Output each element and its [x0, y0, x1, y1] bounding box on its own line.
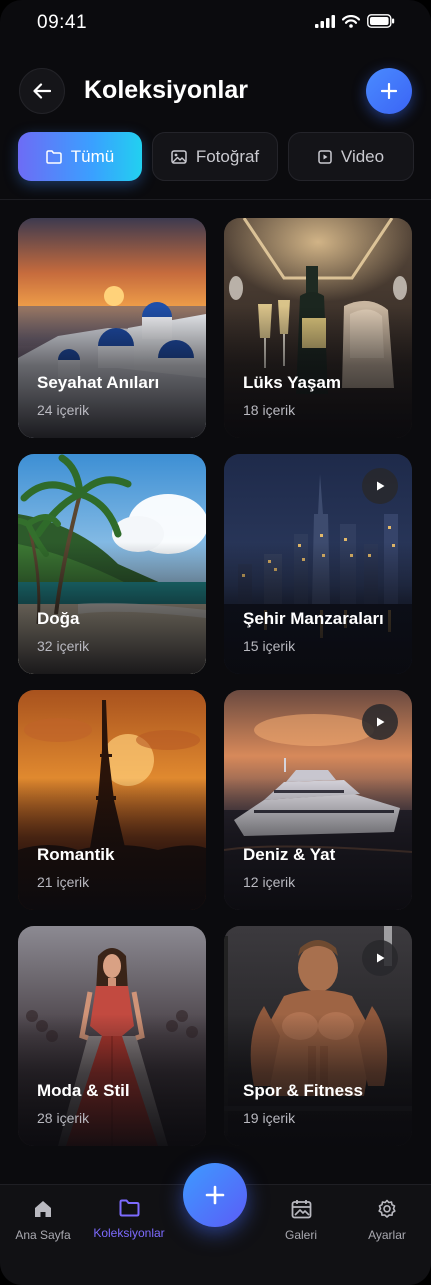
collection-count: 21 içerik	[37, 874, 90, 890]
collection-count: 18 içerik	[243, 402, 296, 418]
app-screen: 09:41 Koleksiyonlar Tümü Fotoğraf Video …	[0, 0, 431, 1285]
video-badge	[362, 704, 398, 740]
play-icon	[377, 481, 385, 491]
card-shade	[18, 306, 206, 438]
collection-count: 32 içerik	[37, 638, 90, 654]
status-icons	[315, 14, 395, 28]
page-title: Koleksiyonlar	[84, 76, 248, 104]
card-shade	[18, 778, 206, 910]
filter-tabs: Tümü Fotoğraf Video	[18, 132, 414, 181]
collection-title: Seyahat Anıları	[37, 373, 160, 392]
arrow-left-icon	[33, 83, 51, 99]
collection-title: Deniz & Yat	[243, 845, 336, 864]
tab-all-label: Tümü	[70, 146, 115, 166]
home-icon	[35, 1201, 51, 1217]
nav-collections[interactable]: Koleksiyonlar	[84, 1199, 174, 1240]
nav-home[interactable]: Ana Sayfa	[0, 1199, 88, 1242]
collection-card[interactable]: Lüks Yaşam 18 içerik	[224, 218, 412, 438]
header: Koleksiyonlar	[0, 66, 431, 116]
collection-count: 12 içerik	[243, 874, 296, 890]
status-time: 09:41	[37, 12, 88, 33]
collection-count: 24 içerik	[37, 402, 90, 418]
gear-icon	[378, 1199, 396, 1218]
card-shade	[224, 306, 412, 438]
collection-card[interactable]: Şehir Manzaraları 15 içerik	[224, 454, 412, 674]
nav-settings[interactable]: Ayarlar	[342, 1199, 431, 1242]
tab-video-label: Video	[340, 146, 385, 166]
play-icon	[377, 953, 385, 963]
video-badge	[362, 468, 398, 504]
collection-grid: Seyahat Anıları 24 içerik Lüks Yaşam 18 …	[18, 218, 412, 1146]
tab-video[interactable]: Video	[288, 132, 414, 181]
status-bar: 09:41	[0, 0, 431, 46]
collection-count: 28 içerik	[37, 1110, 90, 1126]
play-icon	[377, 717, 385, 727]
add-collection-button[interactable]	[366, 68, 412, 114]
image-icon	[171, 149, 187, 164]
folder-icon	[46, 149, 62, 164]
gallery-icon	[291, 1200, 311, 1219]
tab-photo-label: Fotoğraf	[195, 146, 260, 166]
folder-icon	[119, 1199, 139, 1217]
battery-icon	[367, 14, 395, 28]
collection-card[interactable]: Seyahat Anıları 24 içerik	[18, 218, 206, 438]
collection-title: Romantik	[37, 845, 115, 864]
divider	[0, 199, 431, 200]
collection-card[interactable]: Spor & Fitness 19 içerik	[224, 926, 412, 1146]
collection-title: Şehir Manzaraları	[243, 609, 384, 628]
card-shade	[224, 1014, 412, 1146]
nav-gallery[interactable]: Galeri	[256, 1199, 346, 1242]
plus-icon	[381, 83, 397, 99]
video-icon	[318, 149, 332, 164]
collection-title: Moda & Stil	[37, 1081, 130, 1100]
collection-count: 19 içerik	[243, 1110, 296, 1126]
tab-photo[interactable]: Fotoğraf	[152, 132, 278, 181]
nav-settings-label: Ayarlar	[368, 1228, 406, 1242]
collection-title: Spor & Fitness	[243, 1081, 363, 1100]
collection-card[interactable]: Romantik 21 içerik	[18, 690, 206, 910]
card-shade	[224, 778, 412, 910]
plus-icon	[205, 1185, 225, 1205]
collection-title: Lüks Yaşam	[243, 373, 341, 392]
collection-card[interactable]: Deniz & Yat 12 içerik	[224, 690, 412, 910]
card-shade	[18, 1014, 206, 1146]
wifi-icon	[342, 14, 360, 28]
nav-gallery-label: Galeri	[284, 1228, 317, 1242]
nav-home-label: Ana Sayfa	[15, 1228, 71, 1242]
collection-title: Doğa	[37, 609, 80, 628]
video-badge	[362, 940, 398, 976]
collection-card[interactable]: Moda & Stil 28 içerik	[18, 926, 206, 1146]
collection-card[interactable]: Doğa 32 içerik	[18, 454, 206, 674]
card-shade	[18, 542, 206, 674]
card-shade	[224, 542, 412, 674]
collection-count: 15 içerik	[243, 638, 296, 654]
nav-collections-label: Koleksiyonlar	[93, 1226, 165, 1240]
signal-icon	[315, 14, 335, 28]
tab-all[interactable]: Tümü	[18, 132, 142, 181]
back-button[interactable]	[19, 68, 65, 114]
create-fab-button[interactable]	[183, 1163, 247, 1227]
